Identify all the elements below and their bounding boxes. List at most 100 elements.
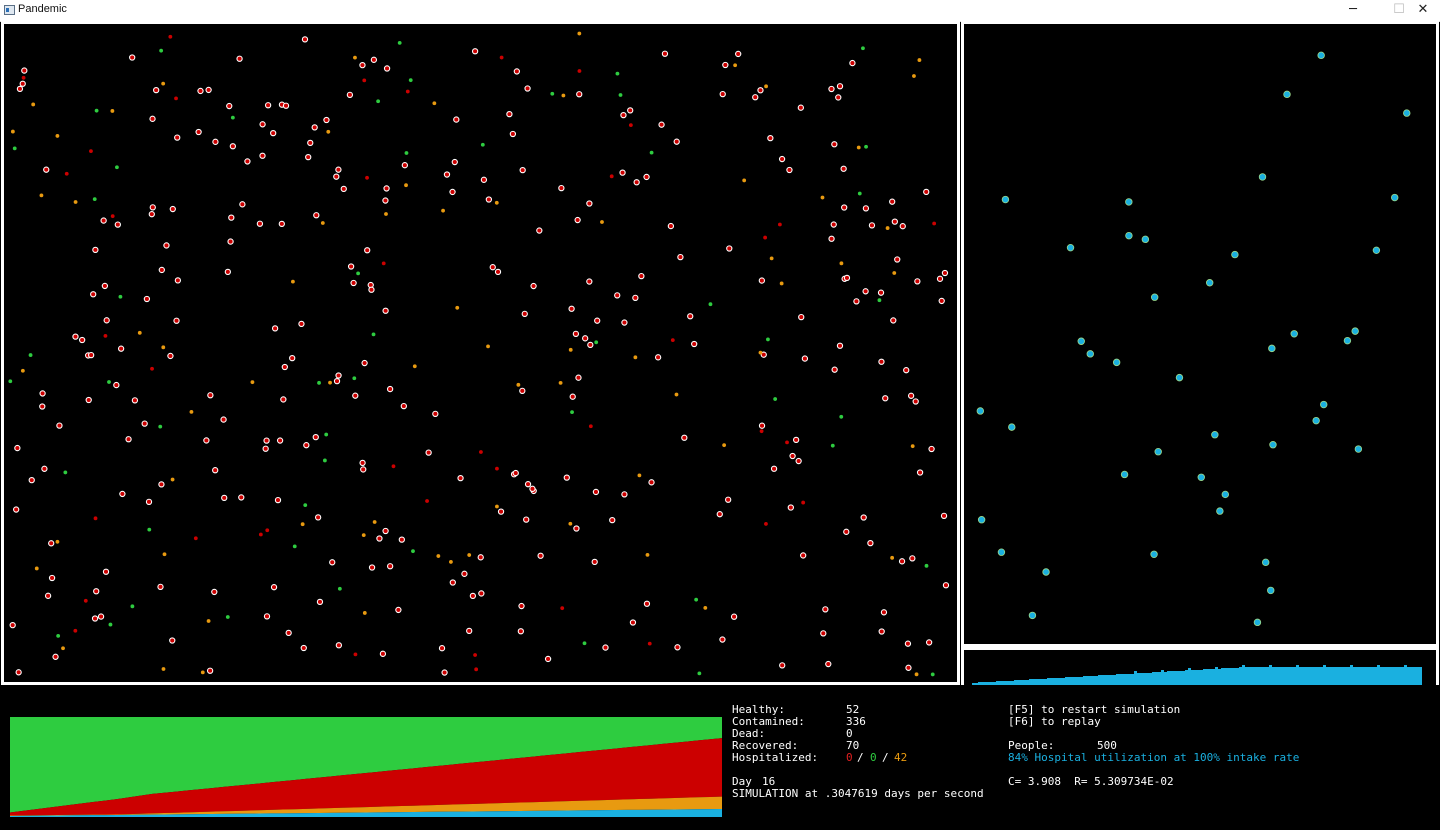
person-hospitalized-dot bbox=[55, 539, 60, 544]
intake-bar bbox=[1026, 680, 1029, 685]
person-healthy-dot bbox=[408, 78, 413, 83]
intake-bar bbox=[993, 682, 996, 685]
hospital-patient-dot bbox=[1312, 416, 1320, 425]
person-contamined-dot bbox=[529, 485, 536, 492]
person-contamined-dot bbox=[914, 278, 921, 285]
person-hospitalized-dot bbox=[758, 350, 763, 355]
person-contamined-dot bbox=[307, 139, 314, 147]
hospital-patient-dot bbox=[1269, 441, 1277, 449]
intake-bar bbox=[987, 682, 990, 685]
hospital-patient-dot bbox=[1141, 235, 1150, 244]
person-hospitalized-dot bbox=[820, 195, 825, 200]
person-contamined-dot bbox=[575, 374, 582, 381]
person-contamined-dot bbox=[316, 598, 324, 606]
person-contamined-dot bbox=[836, 342, 844, 349]
person-contamined-dot bbox=[801, 355, 809, 362]
person-contamined-dot bbox=[868, 222, 876, 229]
person-hospitalized-dot bbox=[890, 555, 895, 560]
person-contamined-dot bbox=[820, 630, 827, 637]
person-healthy-dot bbox=[337, 586, 342, 591]
person-hospitalized-dot bbox=[558, 380, 563, 385]
close-button[interactable]: ✕ bbox=[1400, 0, 1440, 21]
person-contamined-dot bbox=[797, 104, 804, 111]
intake-bar bbox=[1383, 667, 1386, 685]
person-contamined-dot bbox=[263, 437, 270, 444]
intake-bar bbox=[1020, 680, 1023, 685]
hospital-patient-dot bbox=[1268, 344, 1276, 353]
hospital-patient-dot bbox=[1112, 358, 1121, 367]
person-contamined-dot bbox=[259, 152, 266, 159]
hospitalized-healthy: 0 bbox=[870, 751, 877, 764]
person-contamined-dot bbox=[572, 330, 580, 337]
intake-bar bbox=[1299, 667, 1302, 685]
person-contamined-dot bbox=[258, 532, 263, 537]
intake-bar bbox=[1320, 667, 1323, 685]
intake-bar bbox=[1278, 667, 1281, 685]
person-contamined-dot bbox=[673, 138, 680, 145]
intake-bar bbox=[1068, 677, 1071, 685]
person-contamined-dot bbox=[633, 179, 640, 186]
person-contamined-dot bbox=[300, 644, 307, 652]
person-contamined-dot bbox=[849, 59, 856, 67]
person-contamined-dot bbox=[786, 166, 793, 174]
intake-bar bbox=[1176, 671, 1179, 685]
intake-bar bbox=[1083, 676, 1086, 685]
person-healthy-dot bbox=[94, 108, 99, 113]
person-contamined-dot bbox=[174, 277, 182, 284]
hospital-patient-dot bbox=[1267, 586, 1275, 595]
hospital-patient-dot bbox=[1150, 550, 1158, 558]
person-contamined-dot bbox=[220, 416, 227, 423]
person-contamined-dot bbox=[145, 498, 153, 505]
person-healthy-dot bbox=[352, 376, 357, 381]
hospital-patient-dot bbox=[1351, 327, 1359, 335]
hospital-patient-dot bbox=[1320, 400, 1328, 409]
person-contamined-dot bbox=[586, 200, 593, 207]
person-healthy-dot bbox=[322, 458, 327, 463]
person-contamined-dot bbox=[473, 653, 477, 657]
person-contamined-dot bbox=[265, 528, 270, 533]
hospital-patient-dot bbox=[1125, 231, 1133, 240]
person-contamined-dot bbox=[495, 466, 499, 471]
person-contamined-dot bbox=[899, 223, 906, 230]
person-contamined-dot bbox=[573, 525, 580, 532]
person-contamined-dot bbox=[904, 640, 912, 647]
person-contamined-dot bbox=[661, 50, 669, 57]
person-contamined-dot bbox=[359, 459, 366, 467]
intake-bar bbox=[1056, 678, 1059, 685]
person-contamined-dot bbox=[831, 141, 838, 148]
person-contamined-dot bbox=[882, 395, 889, 402]
person-contamined-dot bbox=[195, 128, 202, 136]
person-contamined-dot bbox=[270, 129, 277, 137]
person-contamined-dot bbox=[621, 491, 628, 498]
person-hospitalized-dot bbox=[885, 226, 890, 230]
hospital-patient-dot bbox=[1231, 250, 1239, 259]
person-healthy-dot bbox=[225, 615, 230, 619]
person-contamined-dot bbox=[800, 552, 807, 559]
person-healthy-dot bbox=[861, 46, 865, 51]
person-healthy-dot bbox=[857, 191, 862, 196]
person-contamined-dot bbox=[860, 514, 867, 521]
person-contamined-dot bbox=[39, 390, 46, 397]
intake-bar bbox=[1146, 673, 1149, 685]
person-contamined-dot bbox=[103, 333, 108, 338]
intake-bar bbox=[1140, 673, 1143, 685]
intake-bar bbox=[1158, 672, 1161, 685]
intake-bar bbox=[1122, 674, 1125, 685]
hospitalized-count: 42 bbox=[894, 751, 908, 764]
minimize-button[interactable]: ─ bbox=[1330, 0, 1376, 21]
intake-bar bbox=[1131, 674, 1134, 685]
person-hospitalized-dot bbox=[328, 380, 332, 385]
person-contamined-dot bbox=[822, 606, 829, 613]
person-contamined-dot bbox=[163, 242, 170, 249]
person-contamined-dot bbox=[438, 645, 446, 652]
person-hospitalized-dot bbox=[20, 368, 25, 373]
person-contamined-dot bbox=[89, 149, 93, 154]
person-hospitalized-dot bbox=[637, 473, 642, 478]
person-contamined-dot bbox=[878, 358, 885, 365]
intake-bar bbox=[975, 683, 978, 685]
person-contamined-dot bbox=[129, 54, 136, 61]
person-contamined-dot bbox=[386, 385, 394, 393]
intake-bar bbox=[1224, 668, 1227, 685]
intake-bar bbox=[1212, 669, 1215, 685]
hospital-patient-dot bbox=[1197, 473, 1205, 481]
